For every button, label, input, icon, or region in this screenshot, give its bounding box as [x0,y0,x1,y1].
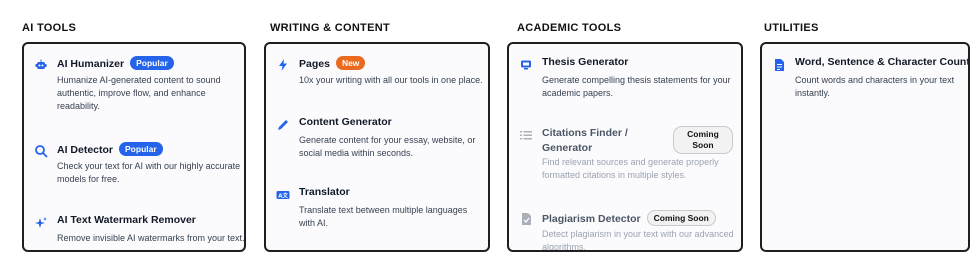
tools-card: Word, Sentence & Character Counter Count… [760,42,970,252]
tool-title: Translator [299,186,350,198]
tool-title: AI Detector [57,144,114,156]
pencil-icon [278,120,288,130]
tool-title: Plagiarism Detector [542,213,641,225]
tool-description: Remove invisible AI watermarks from your… [57,233,245,243]
tools-card: AI Humanizer Popular Humanize AI-generate… [22,42,246,252]
document-check-icon [522,213,531,225]
tool-title: Word, Sentence & Character Counter [795,56,970,68]
search-icon [35,145,48,158]
tool-description: Generate compelling thesis statements fo… [542,75,731,98]
column-title: ACADEMIC TOOLS [517,22,622,34]
column-title: WRITING & CONTENT [270,22,390,34]
popular-badge: Popular [119,142,163,156]
tool-title: Content Generator [299,116,392,128]
tool-title: AI Humanizer [57,58,125,70]
tool-description: Translate text between multiple language… [299,205,468,228]
lightning-icon [279,59,287,71]
tool-description: Count words and characters in your text … [795,75,955,98]
coming-soon-badge: Coming Soon [646,210,716,226]
tool-title: AI Text Watermark Remover [57,214,196,226]
tools-card: Thesis Generator Generate compelling the… [507,42,743,252]
tool-title: Thesis Generator [542,56,629,68]
tool-description: Humanize AI-generated content to sound a… [57,75,221,111]
column-title: UTILITIES [764,22,819,34]
list-icon [520,131,532,140]
tool-description: Check your text for AI with our highly a… [57,161,241,184]
coming-soon-badge: Coming Soon [673,126,733,154]
popular-badge: Popular [130,56,174,70]
tool-title: Pages [299,58,330,70]
translate-icon: A文 [276,191,290,200]
tool-title: Citations Finder / Generator [542,127,628,154]
column-title: AI TOOLS [22,22,77,34]
tool-description: Find relevant sources and generate prope… [542,157,719,180]
tools-card: Pages New 10x your writing with all our t… [264,42,490,252]
robot-icon [35,59,47,69]
sparkles-icon [35,217,47,228]
tool-description: Generate content for your essay, website… [299,135,476,158]
new-badge: New [335,56,366,70]
tool-description: Detect plagiarism in your text with our … [542,229,734,252]
tool-description: 10x your writing with all our tools in o… [299,75,483,85]
monitor-icon [521,60,531,70]
document-icon [775,59,784,71]
svg-text:A文: A文 [278,192,288,200]
